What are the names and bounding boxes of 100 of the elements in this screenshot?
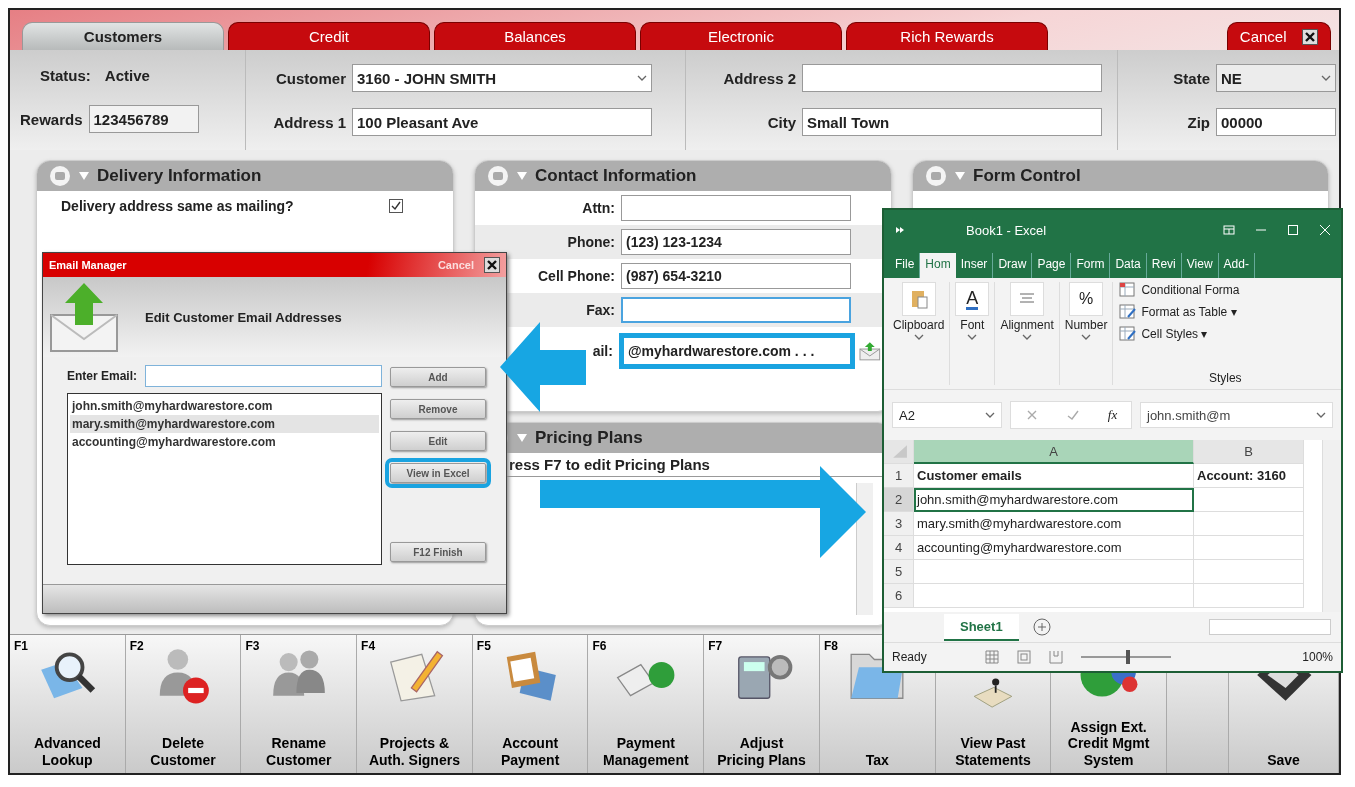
row-header[interactable]: 5 — [884, 560, 914, 584]
status-label: Status: — [40, 66, 91, 84]
contact-field[interactable]: @myhardwarestore.com . . . — [618, 333, 856, 369]
row-header[interactable]: 4 — [884, 536, 914, 560]
scrollbar[interactable] — [856, 483, 873, 615]
sheet-cell[interactable] — [1194, 560, 1304, 584]
contact-field[interactable]: (123) 123-1234 — [621, 229, 851, 255]
add-sheet-icon[interactable] — [1032, 618, 1051, 636]
tab[interactable]: Rich Rewards — [846, 22, 1048, 50]
cancel-tab[interactable]: Cancel — [1227, 22, 1331, 50]
sheet-cell[interactable]: accounting@myhardwarestore.com — [914, 536, 1194, 560]
panel-title: Form Control — [973, 166, 1081, 186]
row-header[interactable]: 1 — [884, 464, 914, 488]
close-icon[interactable] — [484, 257, 500, 273]
sheet-cell[interactable] — [1194, 536, 1304, 560]
address-label: Address 1 — [272, 113, 346, 131]
sheet-cell[interactable] — [1194, 488, 1304, 512]
zoom-level: 100% — [1302, 650, 1333, 664]
alignment-icon[interactable] — [1010, 282, 1045, 316]
column-header[interactable]: A — [914, 440, 1194, 464]
check-icon[interactable] — [1066, 408, 1081, 422]
ribbon-group-label[interactable]: Alignment — [1000, 318, 1054, 332]
city-field[interactable]: Small Town — [802, 108, 1102, 136]
status-text: Ready — [892, 650, 927, 664]
grid-view-icon[interactable] — [984, 650, 999, 664]
caret-icon — [967, 334, 978, 340]
ribbon-group-label[interactable]: Clipboard — [893, 318, 945, 332]
email-item[interactable]: accounting@myhardwarestore.com — [70, 433, 379, 451]
sheet-cell[interactable]: Account: 3160 — [1194, 464, 1304, 488]
ribbon-tab[interactable]: Hom — [920, 253, 956, 278]
sheet-cell[interactable]: Customer emails — [914, 464, 1194, 488]
ribbon-group-label[interactable]: Font — [960, 318, 985, 332]
ribbon-group-label: Styles — [1208, 371, 1242, 385]
zoom-thumb[interactable] — [1125, 650, 1130, 664]
tab[interactable]: Balances — [434, 22, 636, 50]
contact-field[interactable] — [621, 297, 851, 323]
caret-icon — [1316, 412, 1326, 418]
caret-icon — [1081, 334, 1092, 340]
insert-function-button[interactable]: fx — [1107, 407, 1118, 423]
contact-label: Cell Phone: — [537, 268, 615, 284]
rewards-field[interactable]: 123456789 — [88, 105, 199, 134]
checkbox[interactable] — [389, 199, 403, 213]
quick-access-icon[interactable] — [894, 224, 906, 236]
sheet-cell[interactable] — [1194, 512, 1304, 536]
sheet-cell[interactable] — [1194, 584, 1304, 608]
dialog-button[interactable]: Edit — [390, 431, 486, 451]
sheet-cell[interactable]: mary.smith@myhardwarestore.com — [914, 512, 1194, 536]
row-header[interactable]: 3 — [884, 512, 914, 536]
contact-field[interactable]: (987) 654-3210 — [621, 263, 851, 289]
zip-field[interactable]: 00000 — [1216, 108, 1336, 136]
tab[interactable]: Credit — [228, 22, 430, 50]
contact-label: Attn: — [581, 200, 615, 216]
contact-label: ail: — [591, 343, 613, 359]
zip-label: Zip — [1186, 113, 1210, 131]
sheet-cell[interactable] — [914, 560, 1194, 584]
caret-icon — [637, 75, 647, 81]
row-header[interactable]: 2 — [884, 488, 914, 512]
row-header[interactable]: 6 — [884, 584, 914, 608]
page-break-icon[interactable] — [1048, 650, 1063, 664]
conditional-format-icon — [1119, 282, 1138, 298]
email-item[interactable]: mary.smith@myhardwarestore.com — [70, 415, 379, 433]
sheet-tab[interactable]: Sheet1 — [944, 613, 1019, 641]
style-command[interactable]: Conditional Forma — [1119, 282, 1331, 298]
tab[interactable]: Customers — [22, 22, 224, 50]
delivery-question: Delivery address same as mailing? — [61, 198, 294, 214]
address-field[interactable] — [802, 64, 1102, 92]
ribbon-group-button[interactable]: % — [1069, 282, 1104, 316]
close-icon[interactable] — [1302, 28, 1319, 45]
formula-field[interactable]: john.smith@m — [1140, 402, 1333, 428]
ribbon-group-label[interactable]: Number — [1064, 318, 1108, 332]
sheet-cell[interactable] — [914, 584, 1194, 608]
sheet-cell[interactable]: john.smith@myhardwarestore.com — [914, 488, 1194, 512]
envelope-icon[interactable] — [859, 341, 881, 361]
maximize-icon[interactable] — [1287, 224, 1299, 236]
email-input[interactable] — [145, 365, 382, 387]
state-dropdown[interactable]: NE — [1216, 64, 1336, 92]
cell-styles-icon — [1119, 326, 1138, 342]
ribbon-group-button[interactable]: A — [955, 282, 990, 316]
contact-label: Phone: — [566, 234, 615, 250]
dialog-button[interactable]: Remove — [390, 399, 486, 419]
name-box[interactable]: A2 — [892, 402, 1002, 428]
scrollbar[interactable] — [1209, 619, 1331, 635]
customer-dropdown[interactable]: 3160 - JOHN SMITH — [352, 64, 652, 92]
tab[interactable]: Electronic — [640, 22, 842, 50]
dialog-button[interactable]: F12 Finish — [390, 542, 486, 562]
column-header[interactable]: B — [1194, 440, 1304, 464]
style-command[interactable]: Format as Table ▾ — [1119, 304, 1331, 320]
dialog-title: Email Manager — [49, 259, 127, 271]
panel-title: Delivery Information — [97, 166, 262, 186]
page-view-icon[interactable] — [1016, 650, 1031, 664]
paste-icon[interactable] — [901, 282, 936, 316]
style-command[interactable]: Cell Styles ▾ — [1119, 326, 1331, 342]
address-field[interactable]: 100 Pleasant Ave — [352, 108, 652, 136]
contact-field[interactable] — [621, 195, 851, 221]
ribbon-display-icon[interactable] — [1223, 224, 1235, 236]
rewards-label: Rewards — [20, 110, 83, 128]
email-item[interactable]: john.smith@myhardwarestore.com — [70, 397, 379, 415]
table-icon — [1119, 304, 1138, 320]
dialog-button[interactable]: Add — [390, 367, 486, 387]
triangle-icon — [517, 434, 527, 442]
